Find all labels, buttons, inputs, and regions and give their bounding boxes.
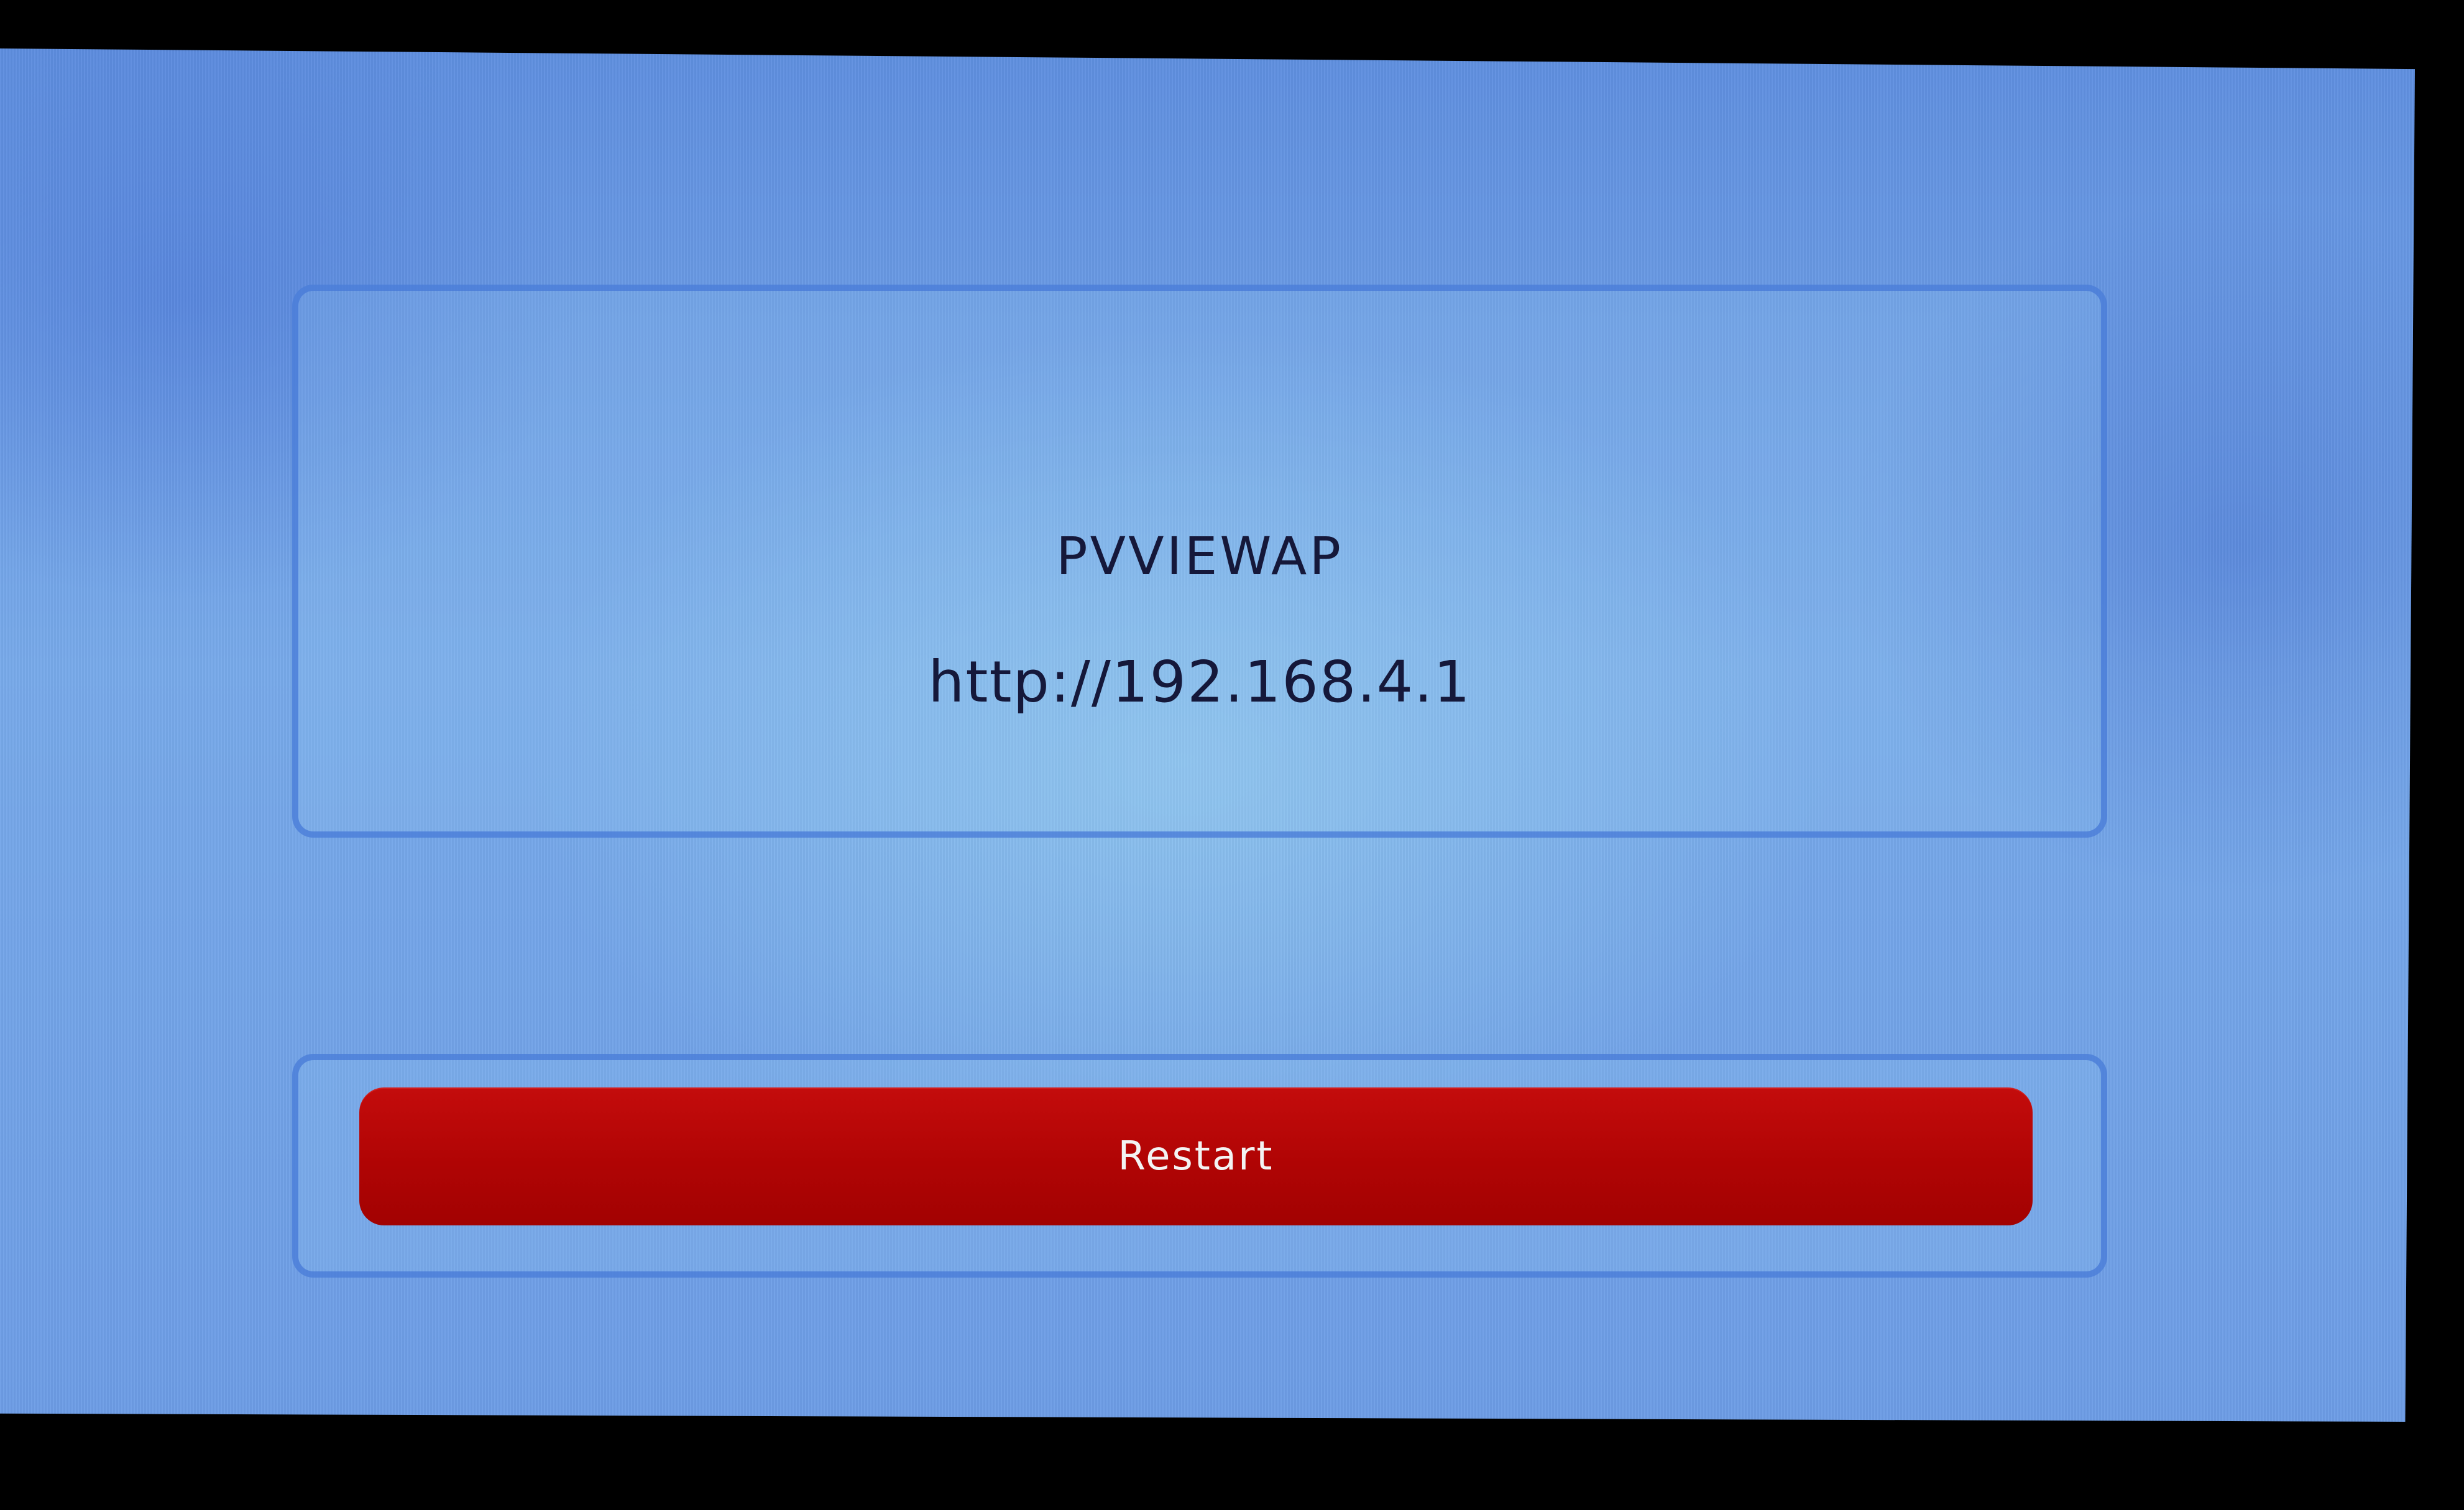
network-info-card: PVVIEWAP http://192.168.4.1 (292, 285, 2107, 838)
network-name: PVVIEWAP (1055, 526, 1343, 587)
restart-button-label: Restart (1118, 1133, 1274, 1179)
restart-button[interactable]: Restart (359, 1087, 2033, 1225)
device-screen: PVVIEWAP http://192.168.4.1 Restart (0, 48, 2415, 1422)
network-address: http://192.168.4.1 (928, 649, 1471, 715)
